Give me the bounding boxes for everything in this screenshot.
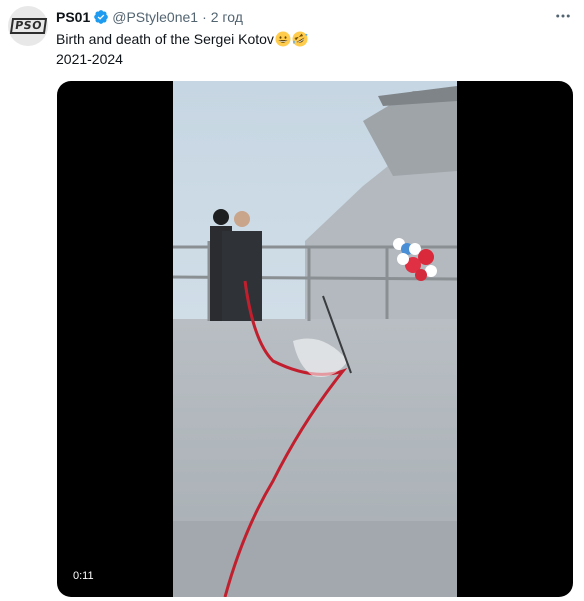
tweet-timestamp[interactable]: 2 год [211, 9, 243, 25]
more-options-icon[interactable] [553, 6, 573, 26]
video-duration: 0:11 [68, 568, 99, 584]
separator-dot: · [202, 9, 207, 25]
tweet-text-line-2: 2021-2024 [56, 51, 123, 67]
avatar[interactable]: PSO [8, 6, 48, 46]
tweet-text-line-1: Birth and death of the Sergei Kotov [56, 31, 274, 47]
rolling-on-floor-laughing-emoji-icon [292, 31, 308, 47]
author-handle[interactable]: @PStyle0ne1 [112, 9, 198, 25]
tweet-text: Birth and death of the Sergei Kotov [56, 29, 308, 49]
grinning-face-emoji-icon [275, 31, 291, 47]
video-player[interactable]: 0:11 [57, 81, 573, 597]
verified-badge-icon [93, 9, 109, 25]
video-frame [173, 81, 457, 597]
tweet-header: PS01 @PStyle0ne1 · 2 год [56, 7, 243, 27]
avatar-logo: PSO [9, 18, 47, 34]
author-display-name[interactable]: PS01 [56, 9, 90, 25]
